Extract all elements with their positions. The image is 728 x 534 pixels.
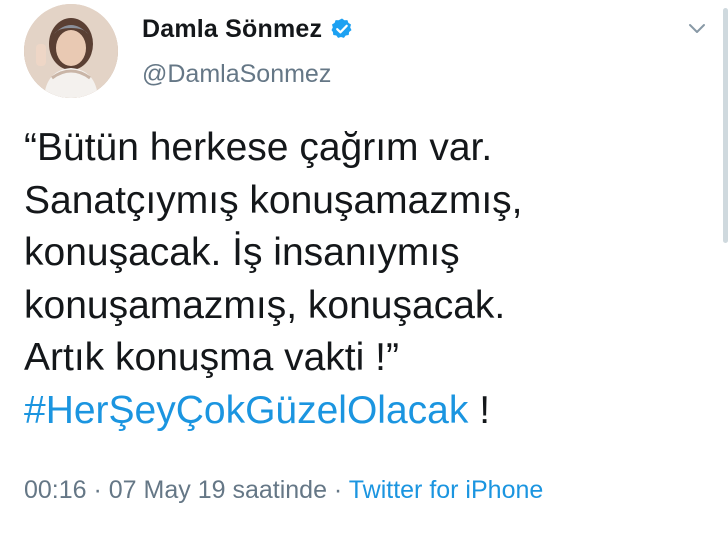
profile-photo-icon — [24, 4, 118, 98]
tweet-text-line: konuşamazmış, konuşacak. — [24, 283, 506, 327]
tweet-time[interactable]: 00:16 — [24, 476, 87, 504]
tweet-meta: 00:16 · 07 May 19 saatinde · Twitter for… — [24, 476, 543, 505]
tweet-text: “Bütün herkese çağrım var. Sanatçıymış k… — [24, 122, 704, 437]
tweet-card: Damla Sönmez @DamlaSonmez “Bütün herkese… — [0, 0, 728, 534]
tweet-text-line: “Bütün herkese çağrım var. — [24, 126, 493, 169]
meta-separator: · — [326, 476, 349, 504]
user-name-row[interactable]: Damla Sönmez — [142, 12, 354, 46]
scrollbar[interactable] — [723, 8, 728, 243]
chevron-down-icon[interactable] — [688, 22, 706, 36]
verified-badge-icon — [330, 17, 354, 41]
avatar[interactable] — [24, 4, 118, 98]
tweet-text-line: konuşacak. İş insanıymış — [24, 231, 460, 274]
tweet-source-link[interactable]: Twitter for iPhone — [349, 476, 544, 504]
hashtag-suffix: ! — [468, 388, 491, 432]
hashtag-line: #HerŞeyÇokGüzelOlacak ! — [24, 385, 704, 438]
user-handle[interactable]: @DamlaSonmez — [142, 60, 331, 89]
hashtag-link[interactable]: #HerŞeyÇokGüzelOlacak — [24, 389, 468, 432]
display-name[interactable]: Damla Sönmez — [142, 15, 322, 44]
tweet-text-line: Artık konuşma vakti !” — [24, 336, 399, 379]
meta-separator: · — [86, 476, 109, 504]
tweet-text-line: Sanatçıymış konuşamazmış, — [24, 178, 523, 222]
tweet-date[interactable]: 07 May 19 saatinde — [109, 476, 327, 504]
